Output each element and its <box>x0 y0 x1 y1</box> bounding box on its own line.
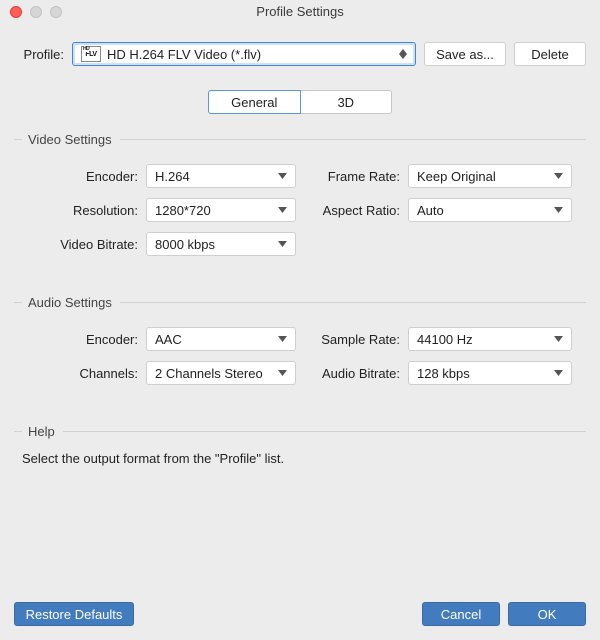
window-traffic-lights <box>10 6 62 18</box>
chevron-down-icon <box>554 336 563 342</box>
profile-select[interactable]: FLV HD H.264 FLV Video (*.flv) <box>72 42 416 66</box>
close-icon[interactable] <box>10 6 22 18</box>
audio-settings-form: Encoder: AAC Sample Rate: 44100 Hz Chann… <box>18 322 586 390</box>
channels-label: Channels: <box>18 366 146 381</box>
tab-general[interactable]: General <box>208 90 301 114</box>
aspect-ratio-select[interactable]: Auto <box>408 198 572 222</box>
help-text: Select the output format from the "Profi… <box>22 451 586 466</box>
delete-button[interactable]: Delete <box>514 42 586 66</box>
chevron-down-icon <box>278 173 287 179</box>
minimize-icon <box>30 6 42 18</box>
video-settings-group: Video Settings <box>14 132 586 147</box>
save-as-button[interactable]: Save as... <box>424 42 506 66</box>
video-encoder-label: Encoder: <box>18 169 146 184</box>
content: Profile: FLV HD H.264 FLV Video (*.flv) … <box>0 26 600 466</box>
audio-encoder-select[interactable]: AAC <box>146 327 296 351</box>
chevron-down-icon <box>278 241 287 247</box>
profile-row: Profile: FLV HD H.264 FLV Video (*.flv) … <box>14 42 586 66</box>
audio-bitrate-label: Audio Bitrate: <box>296 366 408 381</box>
zoom-icon <box>50 6 62 18</box>
resolution-label: Resolution: <box>18 203 146 218</box>
sample-rate-label: Sample Rate: <box>296 332 408 347</box>
chevron-down-icon <box>278 207 287 213</box>
help-label: Help <box>28 424 55 439</box>
chevron-down-icon <box>278 336 287 342</box>
restore-defaults-button[interactable]: Restore Defaults <box>14 602 134 626</box>
video-settings-label: Video Settings <box>28 132 112 147</box>
window-title: Profile Settings <box>0 0 600 26</box>
frame-rate-select[interactable]: Keep Original <box>408 164 572 188</box>
video-encoder-select[interactable]: H.264 <box>146 164 296 188</box>
audio-settings-group: Audio Settings <box>14 295 586 310</box>
audio-encoder-label: Encoder: <box>18 332 146 347</box>
footer: Restore Defaults Cancel OK <box>0 592 600 640</box>
cancel-button[interactable]: Cancel <box>422 602 500 626</box>
chevron-down-icon <box>554 173 563 179</box>
resolution-select[interactable]: 1280*720 <box>146 198 296 222</box>
tabs: General 3D <box>208 90 392 114</box>
sample-rate-select[interactable]: 44100 Hz <box>408 327 572 351</box>
help-group: Help <box>14 424 586 439</box>
chevron-down-icon <box>278 370 287 376</box>
chevron-down-icon <box>554 370 563 376</box>
profile-label: Profile: <box>14 47 64 62</box>
audio-bitrate-select[interactable]: 128 kbps <box>408 361 572 385</box>
updown-icon <box>399 49 407 59</box>
profile-value: HD H.264 FLV Video (*.flv) <box>107 47 261 62</box>
video-settings-form: Encoder: H.264 Frame Rate: Keep Original… <box>18 159 586 261</box>
aspect-ratio-label: Aspect Ratio: <box>296 203 408 218</box>
window: Profile Settings Profile: FLV HD H.264 F… <box>0 0 600 640</box>
flv-file-icon: FLV <box>81 46 101 62</box>
video-bitrate-select[interactable]: 8000 kbps <box>146 232 296 256</box>
video-bitrate-label: Video Bitrate: <box>18 237 146 252</box>
chevron-down-icon <box>554 207 563 213</box>
audio-settings-label: Audio Settings <box>28 295 112 310</box>
tab-3d[interactable]: 3D <box>300 90 393 114</box>
frame-rate-label: Frame Rate: <box>296 169 408 184</box>
channels-select[interactable]: 2 Channels Stereo <box>146 361 296 385</box>
ok-button[interactable]: OK <box>508 602 586 626</box>
